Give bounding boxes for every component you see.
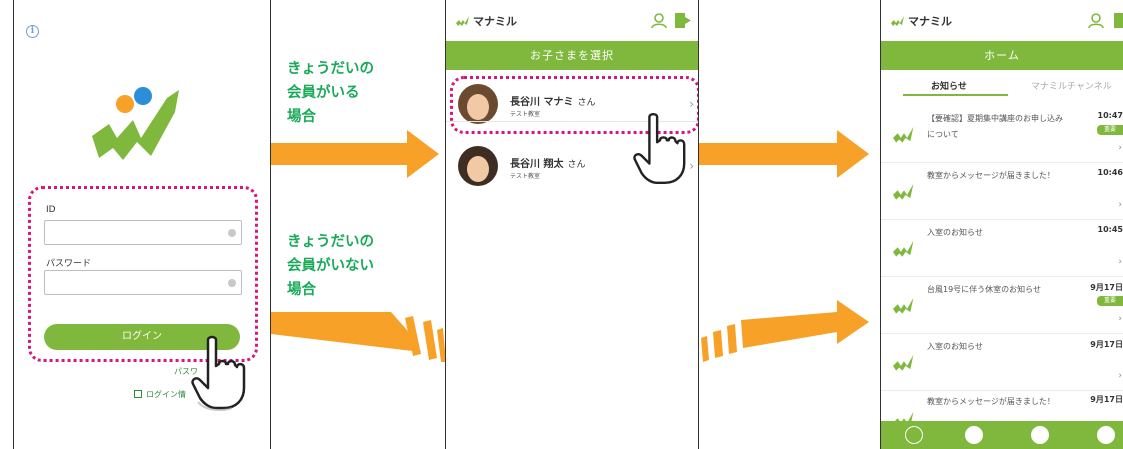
caption-without-sibling: きょうだいの 会員がいない 場合 (287, 234, 374, 298)
notice-time: 10:47 (1097, 111, 1123, 120)
notice-time: 9月17日 (1090, 340, 1123, 349)
pointing-hand-icon (191, 335, 246, 411)
caption-with-sibling: きょうだいの 会員がいる 場合 (287, 61, 374, 125)
message-icon[interactable] (1031, 426, 1049, 444)
notice-time: 9月17日 (1090, 283, 1123, 292)
login-screen: i ID パスワード ログイン パスワ ログイン情 (13, 0, 271, 449)
switch-user-icon[interactable] (1087, 12, 1105, 29)
important-badge: 重要 (1097, 296, 1123, 306)
manamiru-logo-icon (893, 240, 914, 257)
notice-title: 教室からメッセージが届きました！ (927, 397, 1055, 406)
app-header: マナミル (881, 0, 1123, 41)
remember-login-checkbox[interactable]: ログイン情 (134, 389, 186, 400)
pointing-hand-icon (633, 113, 686, 185)
logout-icon[interactable] (1113, 12, 1123, 29)
manamiru-logo (92, 87, 179, 160)
checkbox-icon (134, 390, 142, 398)
chevron-right-icon: › (1118, 143, 1122, 153)
notice-time: 9月17日 (1090, 395, 1123, 404)
arrow-right-lower (271, 312, 446, 362)
app-name: マナミル (908, 15, 952, 28)
important-badge: 重要 (1097, 125, 1123, 135)
home-icon[interactable] (905, 426, 923, 444)
notice-title: 【要確認】夏期集中講座のお申し込みについて (927, 114, 1063, 139)
notice-item[interactable]: 台風19号に伴う休室のお知らせ 9月17日 重要 › (881, 277, 1123, 334)
child-avatar (458, 146, 498, 186)
app-name: マナミル (473, 15, 517, 28)
notice-title: 教室からメッセージが届きました！ (927, 171, 1055, 180)
child-school: テスト教室 (510, 173, 541, 180)
tab-manamiru-channel[interactable]: マナミルチャンネル (1031, 79, 1112, 92)
tab-bar: お知らせ マナミルチャンネル (881, 70, 1123, 98)
honorific: さん (567, 160, 586, 170)
active-tab-indicator (903, 94, 1008, 96)
notice-time: 10:46 (1097, 168, 1123, 177)
manamiru-logo-icon (893, 354, 914, 371)
manamiru-logo-icon (893, 297, 914, 314)
child-select-screen: マナミル お子さまを選択 長谷川 マナミ さん テスト教室 › 長谷川 翔太 さん … (445, 0, 699, 449)
arrow-right-upper-2 (699, 130, 869, 178)
page-title: ホーム (881, 41, 1123, 70)
more-icon[interactable] (1097, 426, 1115, 444)
tab-notices[interactable]: お知らせ (931, 79, 967, 92)
calendar-icon[interactable] (965, 426, 983, 444)
manamiru-logo-icon (456, 16, 469, 26)
app-logo: マナミル (456, 13, 517, 29)
arrow-right-upper (271, 130, 439, 178)
manamiru-logo-icon (891, 16, 904, 26)
switch-user-icon[interactable] (650, 12, 668, 29)
chevron-right-icon: › (1118, 371, 1122, 381)
remember-login-label: ログイン情 (146, 390, 186, 399)
chevron-right-icon: › (1118, 314, 1122, 324)
app-header: マナミル (446, 0, 698, 41)
chevron-right-icon: › (1118, 200, 1122, 210)
notice-title: 入室のお知らせ (927, 228, 983, 237)
notice-item[interactable]: 【要確認】夏期集中講座のお申し込みについて 10:47 重要 › (881, 106, 1123, 163)
notice-item[interactable]: 入室のお知らせ 9月17日 › (881, 334, 1123, 391)
app-logo: マナミル (891, 13, 952, 29)
manamiru-logo-icon (893, 126, 914, 143)
notice-item[interactable]: 教室からメッセージが届きました！ 10:46 › (881, 163, 1123, 220)
arrow-right-lower-2 (701, 300, 869, 362)
page-title: お子さまを選択 (446, 41, 698, 70)
home-screen: マナミル ホーム お知らせ マナミルチャンネル 【要確認】夏期集中講座のお申し込… (880, 0, 1123, 449)
notice-title: 台風19号に伴う休室のお知らせ (927, 285, 1042, 294)
notice-title: 入室のお知らせ (927, 342, 983, 351)
child-name: 長谷川 翔太 (510, 159, 564, 170)
notice-item[interactable]: 入室のお知らせ 10:45 › (881, 220, 1123, 277)
info-icon[interactable]: i (26, 25, 39, 38)
notice-time: 10:45 (1097, 225, 1123, 234)
logout-icon[interactable] (674, 12, 692, 29)
chevron-right-icon: › (1118, 257, 1122, 267)
bottom-nav (881, 421, 1123, 449)
manamiru-logo-icon (893, 183, 914, 200)
